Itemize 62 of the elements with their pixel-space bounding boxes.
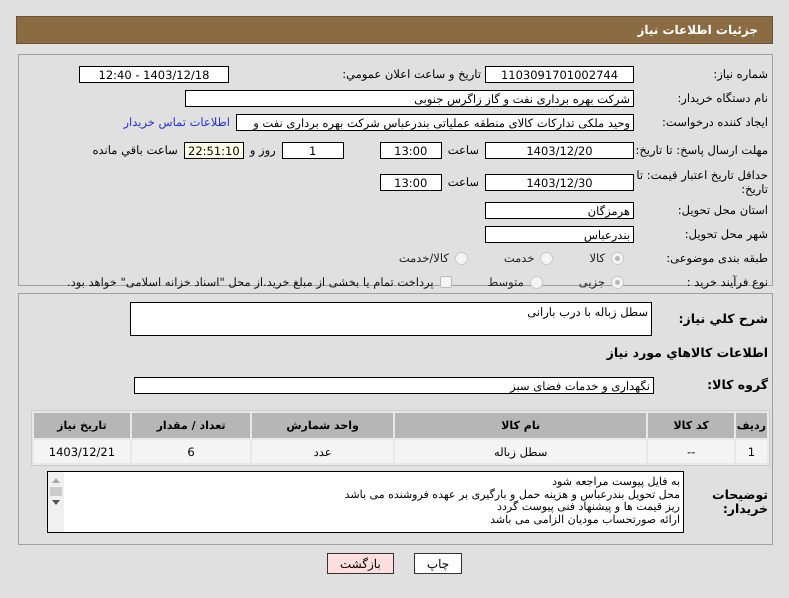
page-title: جزئیات اطلاعات نیاز <box>637 23 758 37</box>
checkbox[interactable] <box>440 276 452 288</box>
text-field[interactable]: 1403/12/20 <box>485 142 634 158</box>
radio-button[interactable] <box>530 276 543 288</box>
option-label: جزیی <box>578 275 605 289</box>
table-cell: 6 <box>132 440 250 463</box>
column-header: کد کالا <box>648 413 734 438</box>
table-cell: 1 <box>736 440 767 463</box>
column-header: تعداد / مقدار <box>132 413 250 438</box>
field-label: روز و <box>250 143 276 157</box>
field-label: مهلت ارسال پاسخ: تا تاریخ: <box>634 143 769 157</box>
notes-field[interactable]: به فایل پیوست مراجعه شود محل تحویل بندرعباس و هزینه حمل و بارگیری بر عهده فروشنده می باشد ریز قیمت ها و پیشنهاد فنی پیوست گردد ارائه صورتحساب مودیان الزامی می باشد <box>47 471 684 533</box>
radio-button[interactable] <box>611 252 624 264</box>
text-field[interactable]: وحید ملکی تدارکات کالای منطقه عملیاتی بندرعباس شرکت بهره برداری نفت و <box>236 114 634 130</box>
table-cell: 1403/12/21 <box>34 440 130 463</box>
field-label: تاریخ و ساعت اعلان عمومي: <box>341 67 482 81</box>
contact-link[interactable]: اطلاعات تماس خریدار <box>123 115 230 129</box>
text-field[interactable]: شرکت بهره برداری نفت و گاز زاگرس جنوبی <box>185 90 634 106</box>
field-label: گروه کالا: <box>706 378 769 392</box>
text-field[interactable]: نگهداری و خدمات فضای سبز <box>134 376 654 394</box>
back-button[interactable]: بازگشت <box>326 553 394 574</box>
option-label: کالا/خدمت <box>398 251 449 265</box>
column-header: تاریخ نیاز <box>34 413 130 438</box>
text-field[interactable]: 1403/12/30 <box>485 174 634 190</box>
section-heading: اطلاعات کالاهاي مورد نیاز <box>606 346 769 360</box>
option-label: کالا <box>589 251 605 265</box>
print-button[interactable]: چاپ <box>414 553 462 574</box>
field-label: حداقل تاریخ اعتبار قیمت: تا تاریخ: <box>635 168 769 196</box>
field-label: ساعت <box>448 143 479 157</box>
text-field[interactable]: 1 <box>282 142 344 158</box>
text-field[interactable]: 13:00 <box>380 174 442 190</box>
payment-note: پرداخت تمام یا بخشی از مبلغ خرید.از محل "اسناد خزانه اسلامی" خواهد بود. <box>66 275 434 289</box>
field-label: شرح کلي نیاز: <box>678 312 769 326</box>
text-field[interactable]: 1403/12/18 - 12:40 <box>79 66 229 82</box>
field-label: ایجاد کننده درخواست: <box>661 115 769 129</box>
field-label: شهر محل تحویل: <box>684 227 769 241</box>
radio-button[interactable] <box>611 276 624 288</box>
text-field[interactable]: بندرعباس <box>485 226 634 242</box>
field-label: طبقه بندی موضوعی: <box>665 251 769 265</box>
option-label: متوسط <box>488 275 524 289</box>
column-header: ردیف <box>736 413 767 438</box>
field-label: ساعت باقي مانده <box>92 143 178 157</box>
table-cell: عدد <box>252 440 393 463</box>
field-label: شماره نیاز: <box>712 67 769 81</box>
column-header: نام کالا <box>394 413 646 438</box>
field-label: نام دستگاه خریدار: <box>676 91 769 105</box>
text-field[interactable]: هرمزگان <box>485 202 634 218</box>
field-label: ساعت <box>448 175 479 189</box>
radio-button[interactable] <box>540 252 554 264</box>
text-field[interactable]: 1103091701002744 <box>485 66 634 82</box>
radio-button[interactable] <box>454 252 468 264</box>
table-cell: سطل زباله <box>394 440 646 463</box>
table-cell: -- <box>648 440 734 463</box>
option-label: خدمت <box>504 251 534 265</box>
scrollbar[interactable] <box>48 472 64 532</box>
field-label: توضیحات خریدار: <box>711 488 769 516</box>
text-field[interactable]: 22:51:10 <box>184 142 244 158</box>
column-header: واحد شمارش <box>252 413 393 438</box>
text-field[interactable]: 13:00 <box>380 142 442 158</box>
field-label: نوع فرآیند خرید : <box>686 275 769 289</box>
description-field[interactable]: سطل زباله با درب بارانی <box>130 302 652 336</box>
field-label: استان محل تحویل: <box>676 203 769 217</box>
